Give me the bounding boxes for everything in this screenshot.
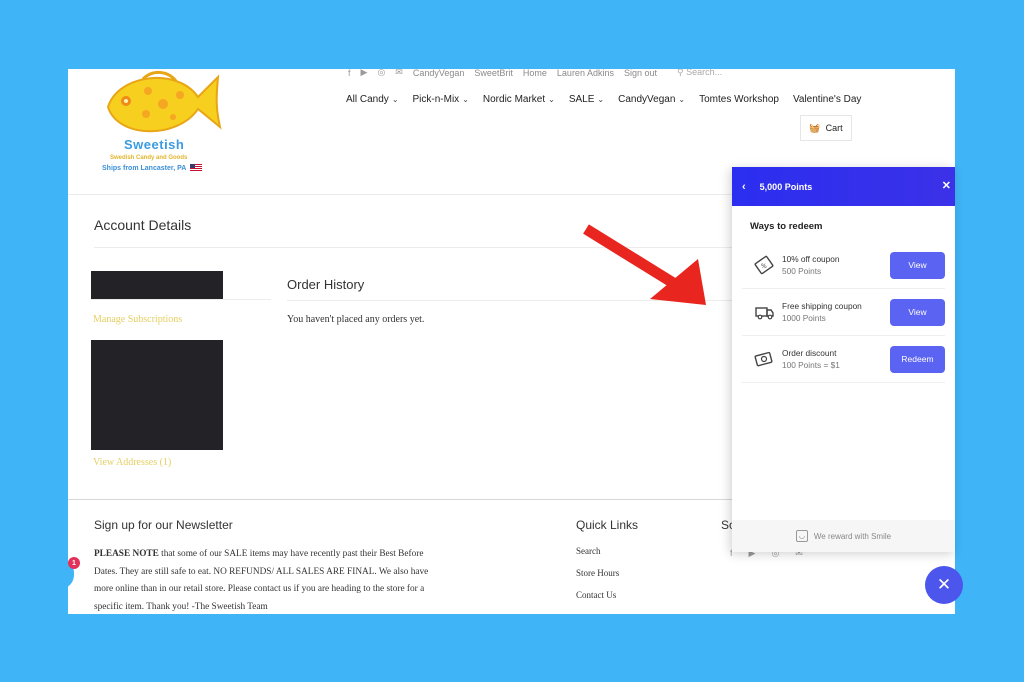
quick-link-contact-us[interactable]: Contact Us bbox=[576, 590, 619, 612]
smile-logo-icon: ◡ bbox=[795, 530, 808, 542]
redacted-block bbox=[91, 340, 223, 450]
topbar-link-account[interactable]: Lauren Adkins bbox=[557, 69, 614, 78]
close-icon[interactable]: ✕ bbox=[942, 179, 951, 192]
close-icon: ✕ bbox=[936, 575, 952, 594]
youtube-icon[interactable]: ▶ bbox=[361, 69, 368, 78]
redeem-option: Order discount 100 Points = $1 Redeem bbox=[742, 336, 945, 383]
nav-item-pick-n-mix[interactable]: Pick-n-Mix ⌄ bbox=[413, 94, 469, 105]
chat-notification-badge: 1 bbox=[68, 557, 80, 569]
topbar-link-signout[interactable]: Sign out bbox=[624, 69, 657, 78]
redeem-option: Free shipping coupon 1000 Points View bbox=[742, 289, 945, 336]
us-flag-icon bbox=[190, 164, 203, 171]
redacted-block bbox=[91, 271, 223, 299]
logo-ships: Ships from Lancaster, PA bbox=[102, 164, 203, 172]
basket-icon: 🧺 bbox=[809, 122, 821, 133]
topbar-link-home[interactable]: Home bbox=[523, 69, 547, 78]
quick-link-store-hours[interactable]: Store Hours bbox=[576, 568, 619, 590]
newsletter-notice: PLEASE NOTE that some of our SALE items … bbox=[94, 549, 429, 612]
truck-icon bbox=[750, 298, 778, 326]
quick-link-search[interactable]: Search bbox=[576, 546, 619, 568]
points-balance: 5,000 Points bbox=[759, 181, 813, 192]
redeem-option-name: Order discount bbox=[782, 348, 837, 358]
chevron-down-icon: ⌄ bbox=[548, 95, 555, 104]
svg-text:%: % bbox=[761, 263, 767, 270]
email-icon[interactable]: ✉ bbox=[395, 69, 403, 78]
chevron-down-icon: ⌄ bbox=[462, 95, 469, 104]
logo-name: Sweetish bbox=[124, 137, 185, 152]
topbar-link-sweetbrit[interactable]: SweetBrit bbox=[474, 69, 513, 78]
redeem-option: % 10% off coupon 500 Points View bbox=[742, 242, 945, 289]
back-chevron-icon[interactable]: ‹ bbox=[742, 181, 746, 193]
logo-tagline: Swedish Candy and Goods bbox=[110, 155, 188, 161]
chevron-down-icon: ⌄ bbox=[678, 95, 686, 104]
ways-to-redeem-title: Ways to redeem bbox=[750, 221, 823, 232]
page-title: Account Details bbox=[94, 217, 192, 233]
redeem-discount-button[interactable]: Redeem bbox=[890, 345, 945, 373]
coupon-icon: % bbox=[750, 251, 778, 279]
rewards-launcher-close-button[interactable]: ✕ bbox=[925, 566, 963, 604]
sweetish-logo[interactable]: Sweetish Swedish Candy and Goods Ships f… bbox=[98, 69, 223, 179]
rewards-panel-header: ‹ 5,000 Points ✕ bbox=[732, 167, 955, 206]
redeem-option-name: 10% off coupon bbox=[782, 254, 840, 264]
utility-bar: f ▶ ◎ ✉ CandyVegan SweetBrit Home Lauren… bbox=[348, 69, 722, 78]
rewards-panel: ‹ 5,000 Points ✕ Ways to redeem % 10% of… bbox=[732, 167, 955, 552]
quick-links-list: Search Store Hours Contact Us bbox=[576, 546, 619, 612]
nav-item-valentines-day[interactable]: Valentine's Day bbox=[793, 94, 861, 105]
search-icon: ⚲ bbox=[677, 69, 684, 77]
chevron-down-icon: ⌄ bbox=[391, 95, 399, 104]
view-addresses-link[interactable]: View Addresses (1) bbox=[93, 457, 171, 468]
redeem-option-points: 500 Points bbox=[782, 266, 822, 276]
nav-item-candyvegan[interactable]: CandyVegan ⌄ bbox=[618, 94, 685, 105]
main-nav: All Candy ⌄ Pick-n-Mix ⌄ Nordic Market ⌄ SA… bbox=[346, 94, 861, 105]
order-history-title: Order History bbox=[287, 277, 365, 292]
no-orders-text: You haven't placed any orders yet. bbox=[287, 314, 425, 325]
view-coupon-button[interactable]: View bbox=[890, 251, 945, 279]
nav-item-tomtes-workshop[interactable]: Tomtes Workshop bbox=[699, 94, 779, 105]
redeem-option-points: 100 Points = $1 bbox=[782, 360, 840, 370]
quick-links-title: Quick Links bbox=[576, 518, 639, 532]
redeem-option-points: 1000 Points bbox=[782, 313, 826, 323]
nav-item-all-candy[interactable]: All Candy ⌄ bbox=[346, 94, 399, 105]
cart-button[interactable]: 🧺 Cart bbox=[800, 115, 852, 141]
manage-subscriptions-link[interactable]: Manage Subscriptions bbox=[93, 314, 182, 325]
instagram-icon[interactable]: ◎ bbox=[377, 69, 385, 78]
rewards-panel-footer: ◡ We reward with Smile bbox=[732, 520, 955, 552]
facebook-icon[interactable]: f bbox=[348, 69, 351, 78]
nav-item-nordic-market[interactable]: Nordic Market ⌄ bbox=[483, 94, 555, 105]
chevron-down-icon: ⌄ bbox=[597, 95, 605, 104]
nav-item-sale[interactable]: SALE ⌄ bbox=[569, 94, 604, 105]
cash-icon bbox=[750, 345, 778, 373]
search-input[interactable]: ⚲ Search... bbox=[677, 69, 722, 78]
red-arrow-annotation bbox=[583, 224, 706, 305]
fish-logo-icon bbox=[106, 71, 222, 133]
smile-footer-text: We reward with Smile bbox=[813, 531, 892, 541]
view-shipping-coupon-button[interactable]: View bbox=[890, 298, 945, 326]
topbar-link-candyvegan[interactable]: CandyVegan bbox=[413, 69, 465, 78]
newsletter-title: Sign up for our Newsletter bbox=[94, 518, 233, 532]
divider bbox=[91, 299, 271, 300]
redeem-option-name: Free shipping coupon bbox=[782, 301, 862, 311]
